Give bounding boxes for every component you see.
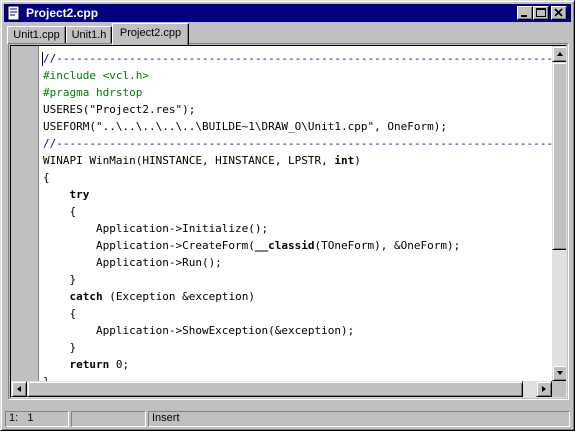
code-text: 0; [109, 358, 130, 371]
code-keyword: catch [69, 290, 103, 303]
editor-window: Project2.cpp Unit1.cpp Unit1.h Project2.… [0, 0, 575, 431]
scroll-right-button[interactable] [536, 381, 552, 397]
horizontal-scroll-thumb[interactable] [27, 381, 523, 397]
scroll-up-button[interactable] [552, 46, 566, 62]
editor-frame: //--------------------------------------… [8, 43, 569, 400]
code-keyword: int [334, 154, 355, 167]
scrollbar-corner [552, 381, 566, 397]
code-line[interactable]: Application->CreateForm(__classid(TOneFo… [43, 237, 460, 254]
modified-indicator [71, 411, 146, 427]
code-line[interactable]: #include <vcl.h> [43, 67, 149, 84]
code-line[interactable]: //--------------------------------------… [43, 135, 553, 152]
text-caret [42, 52, 43, 66]
code-line[interactable]: catch (Exception &exception) [43, 288, 255, 305]
code-line[interactable]: try [43, 186, 90, 203]
maximize-icon [536, 8, 546, 17]
close-button[interactable] [551, 6, 567, 20]
code-text: ) [354, 154, 361, 167]
maximize-button[interactable] [533, 6, 549, 20]
arrow-up-icon [557, 52, 563, 56]
arrow-left-icon [17, 386, 21, 392]
code-line[interactable]: } [43, 373, 50, 381]
code-keyword: return [69, 358, 110, 371]
code-line[interactable]: { [43, 169, 50, 186]
title-bar[interactable]: Project2.cpp [4, 4, 571, 22]
document-icon [7, 5, 20, 21]
scroll-left-button[interactable] [11, 381, 27, 397]
code-area[interactable]: //--------------------------------------… [43, 50, 553, 381]
tab-unit1-cpp[interactable]: Unit1.cpp [7, 26, 66, 44]
code-keyword: try [69, 188, 90, 201]
insert-mode-indicator: Insert [148, 411, 570, 427]
minimize-button[interactable] [517, 6, 533, 20]
scroll-down-button[interactable] [552, 365, 566, 381]
cursor-position: 1: 1 [5, 411, 69, 427]
status-bar: 1: 1 Insert [4, 409, 571, 427]
code-line[interactable]: //--------------------------------------… [43, 50, 553, 67]
code-text: Application->CreateForm( [43, 239, 255, 252]
code-line[interactable]: { [43, 305, 76, 322]
code-editor[interactable]: //--------------------------------------… [10, 45, 567, 398]
vertical-scrollbar[interactable] [552, 46, 566, 381]
code-line[interactable]: USERES("Project2.res"); [43, 101, 195, 118]
arrow-right-icon [542, 386, 546, 392]
code-line[interactable]: USEFORM("..\..\..\..\..\BUILDE~1\DRAW_O\… [43, 118, 447, 135]
code-line[interactable]: { [43, 203, 76, 220]
tab-unit1-h[interactable]: Unit1.h [66, 26, 112, 44]
code-line[interactable]: } [43, 271, 76, 288]
code-text: (TOneForm), &OneForm); [314, 239, 461, 252]
vertical-scroll-thumb[interactable] [552, 62, 566, 250]
file-tabs: Unit1.cpp Unit1.h Project2.cpp [7, 23, 567, 45]
tab-project2-cpp[interactable]: Project2.cpp [112, 23, 189, 45]
window-title: Project2.cpp [26, 6, 99, 20]
minimize-icon [521, 15, 527, 17]
code-line[interactable]: #pragma hdrstop [43, 84, 142, 101]
code-line[interactable]: WINAPI WinMain(HINSTANCE, HINSTANCE, LPS… [43, 152, 361, 169]
code-line[interactable]: Application->Initialize(); [43, 220, 268, 237]
code-line[interactable]: } [43, 339, 76, 356]
code-line[interactable]: Application->ShowException(&exception); [43, 322, 354, 339]
code-text: (Exception &exception) [102, 290, 255, 303]
code-line[interactable]: return 0; [43, 356, 130, 373]
code-keyword: __classid [254, 239, 315, 252]
close-icon [554, 8, 563, 17]
editor-gutter[interactable] [11, 46, 39, 381]
horizontal-scrollbar[interactable] [11, 381, 552, 397]
code-text: WINAPI WinMain(HINSTANCE, HINSTANCE, LPS… [43, 154, 335, 167]
arrow-down-icon [557, 371, 563, 375]
code-line[interactable]: Application->Run(); [43, 254, 222, 271]
